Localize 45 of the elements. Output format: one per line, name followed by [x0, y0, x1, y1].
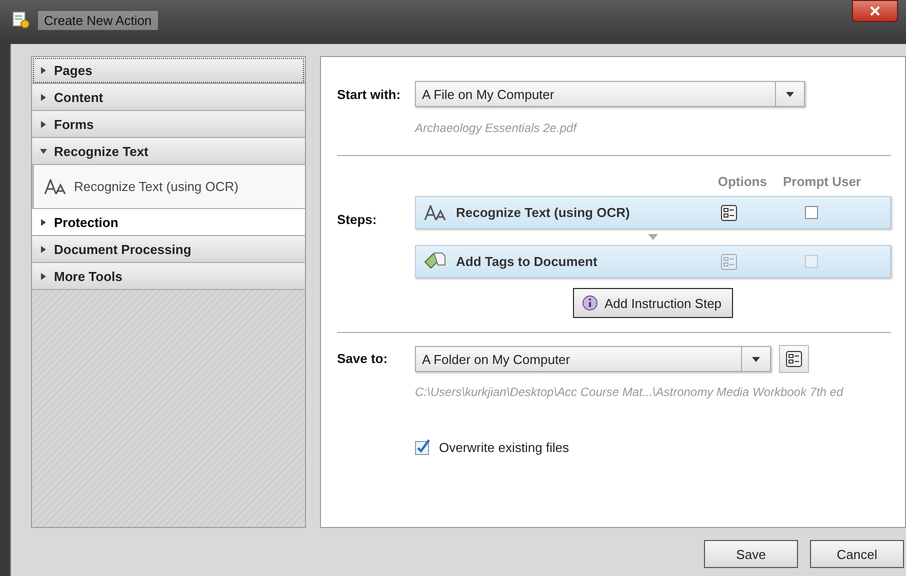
step-row[interactable]: Recognize Text (using OCR)	[415, 196, 891, 229]
close-button[interactable]	[852, 0, 898, 22]
options-icon[interactable]	[721, 204, 737, 220]
options-icon[interactable]	[786, 351, 802, 367]
start-with-label: Start with:	[337, 86, 402, 102]
font-size-icon	[44, 178, 66, 194]
category-header[interactable]: Content	[32, 84, 305, 111]
expand-arrow-icon	[40, 246, 47, 252]
expand-arrow-icon	[40, 218, 47, 226]
down-arrow-icon	[648, 234, 658, 240]
window-title: Create New Action	[38, 10, 158, 30]
category-header[interactable]: Document Processing	[32, 236, 305, 263]
action-app-icon	[12, 11, 30, 29]
checkbox-label: Overwrite existing files	[439, 440, 570, 454]
expand-arrow-icon	[40, 66, 47, 74]
checkbox[interactable]	[415, 439, 431, 455]
expand-arrow-icon	[40, 272, 47, 280]
prompt-user-checkbox[interactable]	[805, 206, 818, 219]
tool-item[interactable]: Recognize Text (using OCR)	[32, 165, 305, 209]
font-size-icon	[424, 204, 446, 220]
category-header[interactable]: Forms	[32, 111, 305, 138]
category-header[interactable]: Protection	[32, 209, 305, 236]
steps-label: Steps:	[337, 211, 378, 229]
file-name: Archaeology Essentials 2e.pdf	[415, 121, 578, 135]
folder-options-button[interactable]	[779, 345, 809, 373]
start-with-dropdown[interactable]: A File on My Computer	[415, 81, 805, 107]
expand-arrow-icon	[40, 120, 47, 128]
column-header: Options	[718, 174, 767, 191]
tag-icon	[424, 252, 446, 272]
dropdown-arrow-icon	[752, 356, 760, 362]
save-to-dropdown[interactable]: A Folder on My Computer	[415, 346, 771, 372]
expand-arrow-icon	[40, 94, 47, 100]
close-icon	[870, 6, 880, 16]
column-header: Prompt User	[782, 174, 861, 191]
dialog-button[interactable]: Save	[704, 540, 798, 568]
category-header[interactable]: More Tools	[32, 263, 305, 290]
add-instruction-step-button[interactable]: Add Instruction Step	[573, 288, 733, 318]
collapse-arrow-icon	[40, 148, 47, 154]
dropdown-arrow-icon	[786, 92, 794, 96]
save-to-label: Save to:	[337, 350, 389, 366]
category-header[interactable]: Pages	[32, 57, 305, 84]
folder-path: C:\Users\kurkjian\Desktop\Acc Course Mat...\Astronomy Media Workbook 7th ed	[415, 385, 844, 399]
dialog-button[interactable]: Cancel	[810, 540, 904, 568]
category-header[interactable]: Recognize Text	[32, 138, 305, 165]
info-icon	[582, 295, 598, 311]
